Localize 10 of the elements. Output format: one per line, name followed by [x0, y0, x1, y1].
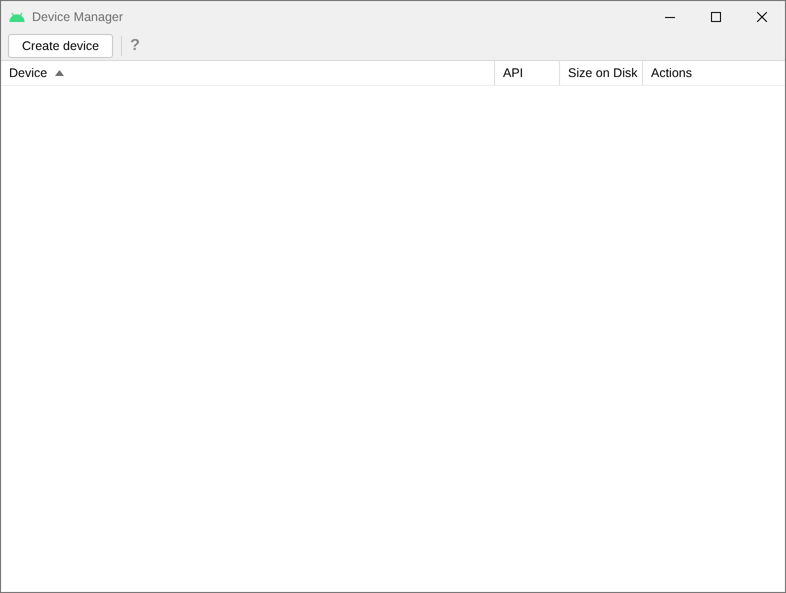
sort-arrow-icon: [55, 70, 64, 76]
close-icon: [757, 12, 767, 22]
window-title: Device Manager: [32, 10, 124, 24]
column-header[interactable]: API: [494, 61, 559, 85]
maximize-icon: [711, 12, 721, 22]
android-logo-icon: [9, 12, 25, 22]
create-device-button[interactable]: Create device: [8, 34, 114, 58]
column-header[interactable]: Device: [1, 61, 494, 85]
column-header[interactable]: Actions: [642, 61, 785, 85]
column-header[interactable]: Size on Disk: [559, 61, 642, 85]
